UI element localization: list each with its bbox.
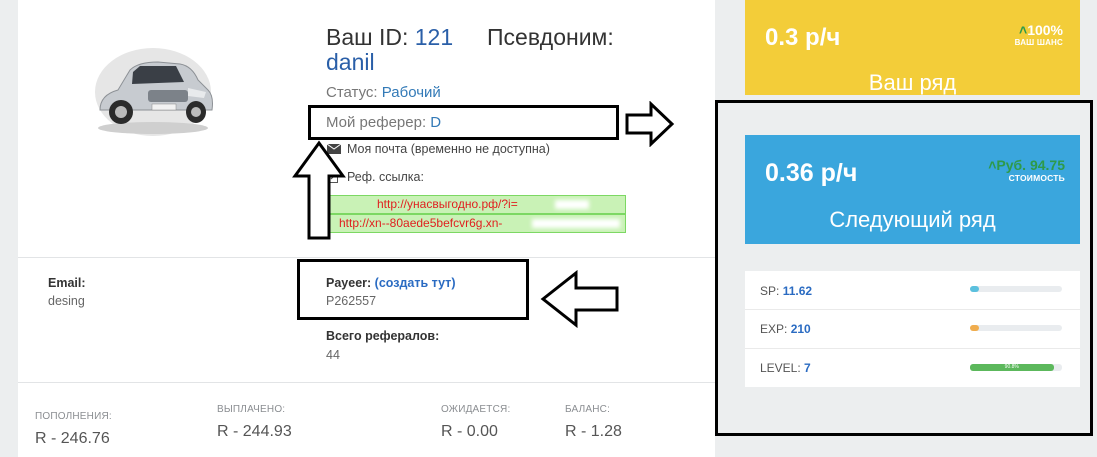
email-note: Моя почта (временно не доступна) bbox=[347, 142, 550, 156]
divider bbox=[18, 382, 715, 383]
email-value: desing bbox=[48, 294, 85, 308]
chance-block: ˄100% ВАШ ШАНС bbox=[1015, 22, 1063, 47]
ref-link-2-text: http://xn--80aede5befcvr6g.xn- bbox=[339, 216, 503, 230]
ref-link-1[interactable]: http://унасвыгодно.рф/?i= bbox=[326, 195, 626, 214]
expected-value: R - 0.00 bbox=[441, 423, 498, 440]
email-label: Email: bbox=[48, 276, 86, 290]
referrals-value: 44 bbox=[326, 348, 340, 362]
deposits-value: R - 246.76 bbox=[35, 430, 110, 447]
annotation-arrow-up-icon bbox=[292, 140, 346, 240]
car-image bbox=[95, 48, 213, 136]
current-rate: 0.3 р/ч bbox=[765, 24, 841, 51]
ref-link-label: Реф. ссылка: bbox=[347, 170, 424, 184]
deposits-label: ПОПОЛНЕНИЯ: bbox=[35, 411, 112, 422]
chevron-up-icon: ˄ bbox=[1019, 22, 1028, 38]
divider bbox=[18, 257, 715, 258]
current-row-card: 0.3 р/ч ˄100% ВАШ ШАНС Ваш ряд bbox=[745, 0, 1080, 95]
current-row-title: Ваш ряд bbox=[868, 70, 957, 95]
ref-link-1-text: http://унасвыгодно.рф/?i= bbox=[377, 197, 518, 211]
create-payeer-link[interactable]: создать тут bbox=[379, 276, 451, 290]
user-id: Ваш ID: 121 bbox=[326, 24, 453, 51]
status: Статус: Рабочий bbox=[326, 84, 441, 101]
expected-label: ОЖИДАЕТСЯ: bbox=[441, 404, 511, 415]
payeer-label: Payeer: (создать тут) bbox=[326, 276, 456, 290]
ref-link-2[interactable]: http://xn--80aede5befcvr6g.xn- bbox=[326, 214, 626, 233]
referrer-value: D bbox=[430, 114, 442, 131]
nickname-label: Псевдоним: bbox=[487, 24, 614, 50]
status-value: Рабочий bbox=[381, 84, 441, 101]
id-label: Ваш ID: bbox=[326, 24, 409, 50]
paid-label: ВЫПЛАЧЕНО: bbox=[217, 404, 286, 415]
paid-value: R - 244.93 bbox=[217, 423, 292, 440]
balance-value: R - 1.28 bbox=[565, 423, 622, 440]
id-value: 121 bbox=[414, 24, 454, 50]
chance-label: ВАШ ШАНС bbox=[1014, 38, 1063, 47]
referrals-label: Всего рефералов: bbox=[326, 329, 440, 343]
annotation-arrow-right-icon bbox=[625, 101, 675, 147]
nickname-value: danil bbox=[326, 49, 375, 75]
balance-label: БАЛАНС: bbox=[565, 404, 611, 415]
stats-highlight-frame bbox=[715, 100, 1093, 436]
status-label: Статус: bbox=[326, 84, 378, 101]
chance-value: 100% bbox=[1027, 22, 1063, 38]
annotation-arrow-left-icon bbox=[540, 270, 619, 328]
referrer: Мой реферер: D bbox=[326, 114, 441, 131]
payeer-value: P262557 bbox=[326, 294, 377, 308]
referrer-label: Мой реферер: bbox=[326, 114, 427, 131]
